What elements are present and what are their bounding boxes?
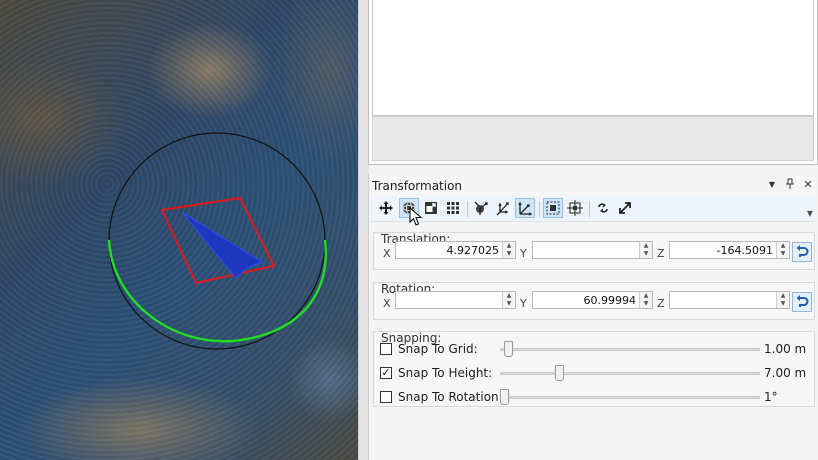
upper-footer-area: [372, 116, 814, 161]
pivot-tool-button[interactable]: [493, 198, 513, 218]
rotation-x-input[interactable]: [396, 292, 502, 308]
rotation-x-label: X: [383, 297, 391, 310]
dropdown-icon[interactable]: ▼: [765, 178, 779, 192]
translation-z-spinner[interactable]: ▲ ▼: [776, 242, 789, 258]
snap-to-grid-checkbox[interactable]: [380, 343, 392, 355]
rotation-y-input[interactable]: [533, 292, 639, 308]
toolbar-separator: [467, 201, 468, 217]
toolbar-separator: [539, 201, 540, 217]
world-axes-icon: [518, 201, 533, 216]
rotation-gizmo[interactable]: [0, 0, 358, 460]
snap-to-rotation-checkbox[interactable]: [380, 391, 392, 403]
snap-to-grid-value: 1.00 m: [764, 342, 807, 356]
rotation-reset-button[interactable]: [792, 292, 812, 312]
translation-x-input[interactable]: [396, 242, 502, 258]
snap-to-height-slider[interactable]: [500, 372, 760, 375]
snap-to-rotation-row: Snap To Rotation: 1°: [374, 387, 814, 407]
toolbar-separator: [589, 201, 590, 217]
transformation-panel: Transformation ▼ ✕ ▼ Translation: X 4.92…: [368, 174, 818, 460]
rotation-x-field[interactable]: ▲ ▼: [395, 291, 516, 309]
bounds-tool-button[interactable]: [543, 198, 563, 218]
translation-y-label: Y: [520, 247, 527, 260]
snap-to-rotation-slider-thumb[interactable]: [500, 389, 509, 405]
snap-to-height-label: Snap To Height:: [398, 366, 493, 380]
translation-z-input[interactable]: [670, 242, 776, 258]
snap-to-rotation-value: 1°: [764, 390, 778, 404]
reset-icon: [796, 295, 809, 307]
local-axes-icon: [474, 201, 488, 215]
snap-to-grid-label: Snap To Grid:: [398, 342, 478, 356]
rotation-z-field[interactable]: ▲ ▼: [669, 291, 790, 309]
move-arrows-icon: [379, 201, 393, 215]
center-icon: [567, 200, 583, 216]
translation-y-input[interactable]: [533, 242, 639, 258]
rotation-y-label: Y: [520, 297, 527, 310]
expand-tool-button[interactable]: [615, 198, 635, 218]
scale-tool-button[interactable]: [421, 198, 441, 218]
snap-to-height-value: 7.00 m: [764, 366, 807, 380]
translation-reset-button[interactable]: [792, 242, 812, 262]
snap-to-height-row: ✓ Snap To Height: 7.00 m: [374, 363, 814, 383]
scale-box-icon: [425, 202, 437, 214]
snap-to-grid-slider-thumb[interactable]: [504, 341, 513, 357]
close-icon[interactable]: ✕: [801, 178, 815, 192]
grid-icon: [447, 202, 459, 214]
link-icon: [598, 203, 608, 213]
bounds-icon: [546, 201, 560, 215]
panel-title: Transformation: [372, 179, 463, 193]
rotation-z-input[interactable]: [670, 292, 776, 308]
scene-viewport[interactable]: [0, 0, 358, 460]
translation-z-label: Z: [657, 247, 665, 260]
translation-x-label: X: [383, 247, 391, 260]
link-tool-button[interactable]: [593, 198, 613, 218]
translation-y-spinner[interactable]: ▲ ▼: [639, 242, 652, 258]
snapping-group: Snapping: Snap To Grid: 1.00 m ✓ Snap To…: [373, 331, 815, 407]
snap-to-grid-slider[interactable]: [500, 348, 760, 351]
translation-group: Translation: X ▲▼ Y ▲▼ Z ▲▼: [373, 232, 815, 270]
rotation-z-label: Z: [657, 297, 665, 310]
rotation-y-spinner[interactable]: ▲ ▼: [639, 292, 652, 308]
snap-to-grid-row: Snap To Grid: 1.00 m: [374, 339, 814, 359]
reset-icon: [796, 245, 809, 257]
translation-x-spinner[interactable]: ▲ ▼: [502, 242, 515, 258]
world-space-tool-button[interactable]: [515, 198, 535, 218]
snap-to-rotation-slider[interactable]: [500, 396, 760, 399]
mouse-pointer-icon: [409, 207, 423, 226]
grid-snap-tool-button[interactable]: [443, 198, 463, 218]
snap-to-height-slider-thumb[interactable]: [555, 365, 564, 381]
translation-y-field[interactable]: ▲ ▼: [532, 241, 653, 259]
pivot-axes-icon: [496, 202, 509, 216]
move-tool-button[interactable]: [376, 198, 396, 218]
translation-x-field[interactable]: ▲▼: [395, 241, 516, 259]
toolbar-overflow-icon[interactable]: ▼: [807, 209, 813, 218]
snap-to-rotation-label: Snap To Rotation:: [398, 390, 503, 404]
rotation-z-spinner[interactable]: ▲ ▼: [776, 292, 789, 308]
panel-header: Transformation ▼ ✕: [369, 174, 818, 196]
rotation-group: Rotation: X ▲▼ Y ▲▼ Z ▲▼: [373, 282, 815, 320]
local-space-tool-button[interactable]: [471, 198, 491, 218]
upper-panel: [368, 0, 818, 165]
rotation-y-field[interactable]: ▲▼: [532, 291, 653, 309]
pin-icon[interactable]: [783, 178, 797, 192]
upper-list-area[interactable]: [372, 0, 814, 116]
snap-to-height-checkbox[interactable]: ✓: [380, 367, 392, 379]
center-tool-button[interactable]: [565, 198, 585, 218]
translation-z-field[interactable]: ▲▼: [669, 241, 790, 259]
transform-toolbar: ▼: [371, 197, 817, 222]
expand-diagonal-icon: [619, 202, 631, 214]
selected-object[interactable]: [182, 212, 264, 279]
rotation-x-spinner[interactable]: ▲ ▼: [502, 292, 515, 308]
